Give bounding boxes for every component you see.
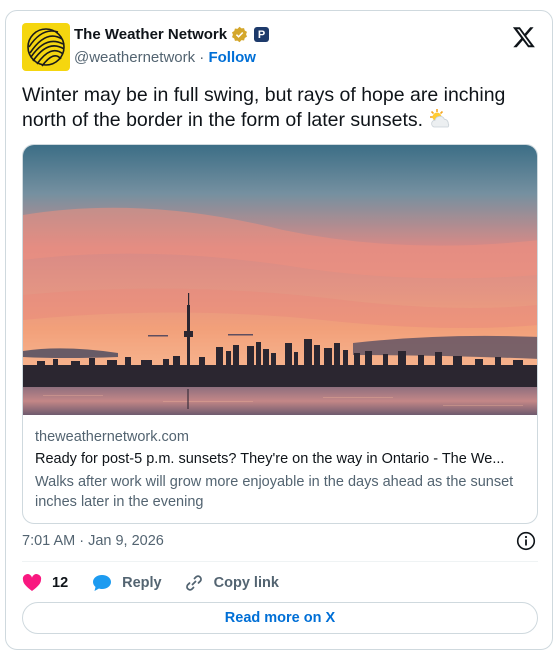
x-logo-icon[interactable] (512, 25, 536, 49)
copy-link-button[interactable]: Copy link (184, 573, 279, 593)
handle-row: @weathernetwork · Follow (74, 49, 256, 66)
follow-button[interactable]: Follow (208, 49, 256, 66)
heart-icon (22, 574, 42, 591)
toronto-skyline-sunset-photo (23, 145, 537, 415)
account-handle[interactable]: @weathernetwork (74, 49, 195, 66)
account-name[interactable]: The Weather Network (74, 26, 227, 43)
info-icon[interactable] (516, 531, 536, 551)
reply-button[interactable]: Reply (92, 573, 162, 593)
account-name-row: The Weather Network P (74, 26, 270, 43)
weather-network-logo-icon (27, 28, 65, 67)
separator-dot: · (199, 49, 205, 66)
tweet-timestamp[interactable]: 7:01 AM · Jan 9, 2026 (22, 533, 164, 549)
like-count: 12 (52, 575, 69, 591)
tweet-text-block: Winter may be in full swing, but rays of… (22, 83, 542, 133)
link-preview-card[interactable]: theweathernetwork.com Ready for post-5 p… (22, 144, 538, 524)
tweet-embed-card: The Weather Network P @weathernetwork · … (5, 10, 553, 650)
like-button[interactable]: 12 (22, 573, 68, 593)
link-icon (185, 575, 202, 591)
reply-label: Reply (122, 575, 162, 591)
link-domain: theweathernetwork.com (35, 429, 189, 445)
avatar[interactable] (22, 23, 70, 71)
affiliate-badge: P (254, 27, 270, 42)
link-title: Ready for post-5 p.m. sunsets? They're o… (35, 451, 505, 467)
sun-behind-cloud-icon (430, 109, 450, 128)
action-bar: 12 Reply Copy link (22, 571, 279, 595)
reply-bubble-icon (93, 575, 112, 591)
verified-badge-icon (232, 26, 248, 43)
copy-link-label: Copy link (213, 575, 279, 591)
read-more-button[interactable]: Read more on X (22, 602, 538, 634)
divider (22, 561, 538, 562)
link-description: Walks after work will grow more enjoyabl… (35, 474, 514, 510)
